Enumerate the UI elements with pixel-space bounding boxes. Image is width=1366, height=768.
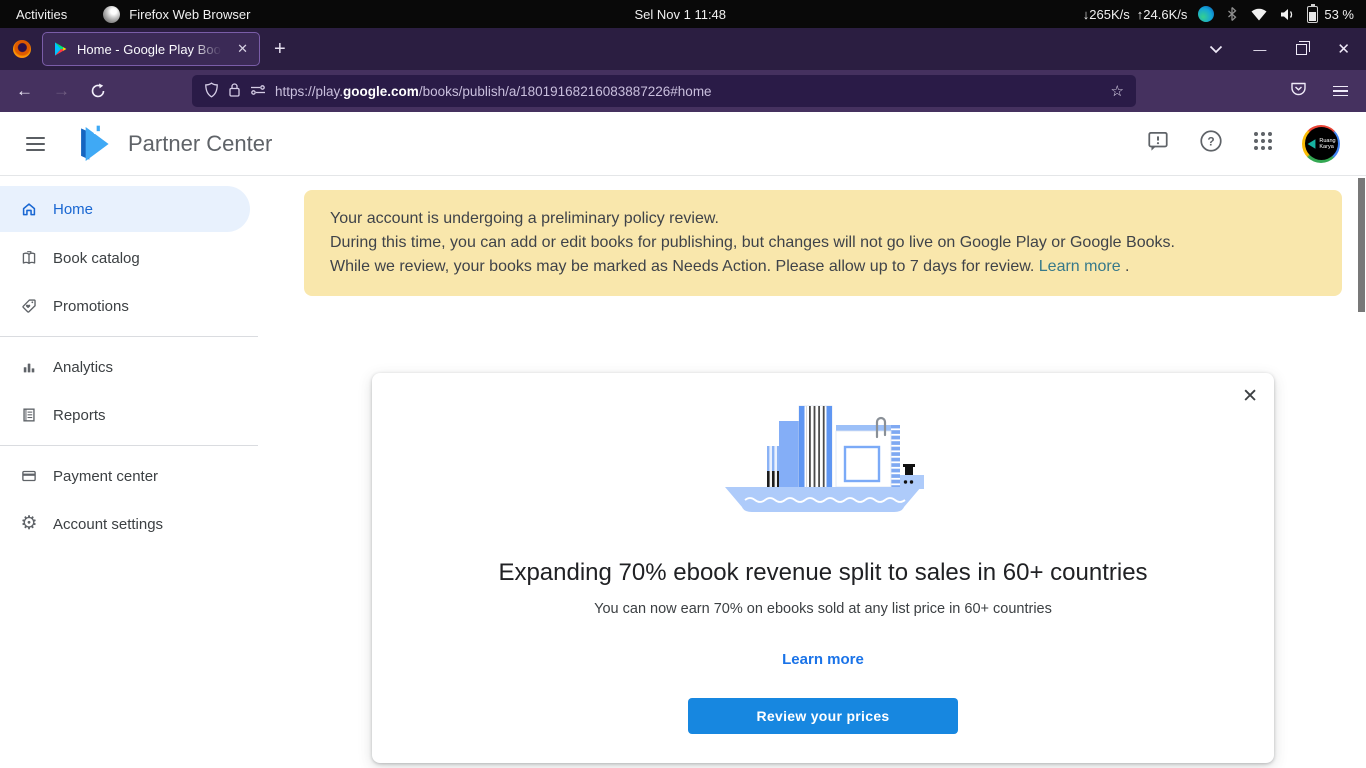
revenue-split-dialog: ✕ <box>372 373 1274 763</box>
list-tabs-chevron-icon[interactable] <box>1209 45 1223 54</box>
help-icon[interactable]: ? <box>1198 128 1224 159</box>
policy-review-banner: Your account is undergoing a preliminary… <box>304 190 1342 296</box>
url-path: /books/publish/a/18019168216083887226#ho… <box>419 84 712 99</box>
sidebar-divider <box>0 336 258 337</box>
content-area: Your account is undergoing a preliminary… <box>258 176 1366 768</box>
book-catalog-icon <box>20 249 38 267</box>
system-tray[interactable]: ↓265K/s ↑24.6K/s 53 % <box>1083 6 1354 23</box>
url-text[interactable]: https://play.google.com/books/publish/a/… <box>275 84 1102 99</box>
focused-app-label: Firefox Web Browser <box>129 7 250 22</box>
app-menu-icon[interactable] <box>26 133 45 155</box>
banner-line-1: Your account is undergoing a preliminary… <box>330 207 1316 231</box>
sidebar-divider <box>0 445 258 446</box>
sidebar-item-home[interactable]: Home <box>0 186 250 232</box>
clock[interactable]: Sel Nov 1 11:48 <box>634 7 726 22</box>
sidebar-label: Home <box>53 201 93 218</box>
home-icon <box>20 200 38 218</box>
feedback-icon[interactable] <box>1146 129 1170 158</box>
new-tab-button[interactable]: + <box>274 38 286 61</box>
page-scrollbar-thumb[interactable] <box>1358 178 1365 312</box>
sidebar-item-payment-center[interactable]: Payment center <box>0 452 258 500</box>
battery-icon <box>1307 6 1318 23</box>
dialog-learn-more-link[interactable]: Learn more <box>372 650 1274 670</box>
sidebar: Home Book catalog Promotions Analytics R… <box>0 176 258 768</box>
tab-close-icon[interactable]: ✕ <box>234 40 251 58</box>
pocket-icon[interactable] <box>1290 80 1307 102</box>
permissions-icon[interactable] <box>250 83 266 100</box>
activities-button[interactable]: Activities <box>16 7 67 22</box>
battery-percent: 53 % <box>1324 7 1354 22</box>
bookmark-star-icon[interactable]: ☆ <box>1111 82 1124 100</box>
window-close-button[interactable]: ✕ <box>1337 40 1350 58</box>
sidebar-item-account-settings[interactable]: ⚙ Account settings <box>0 500 258 548</box>
reports-icon <box>20 406 38 424</box>
sidebar-item-promotions[interactable]: Promotions <box>0 282 258 330</box>
partner-center-header: Partner Center ? <box>0 112 1366 176</box>
focused-app-menu[interactable]: Firefox Web Browser <box>103 6 250 23</box>
url-scheme: https://play. <box>275 84 343 99</box>
svg-text:?: ? <box>1207 134 1214 148</box>
sidebar-label: Book catalog <box>53 250 140 267</box>
reload-button[interactable] <box>90 83 106 99</box>
firefox-view-icon[interactable] <box>13 40 31 58</box>
window-restore-button[interactable] <box>1296 44 1307 55</box>
system-top-bar: Activities Firefox Web Browser Sel Nov 1… <box>0 0 1366 28</box>
gear-icon: ⚙ <box>20 515 38 533</box>
payment-card-icon <box>20 467 38 485</box>
banner-line-2: During this time, you can add or edit bo… <box>330 231 1316 255</box>
banner-learn-more-link[interactable]: Learn more <box>1039 258 1121 275</box>
browser-tab-active[interactable]: Home - Google Play Book ✕ <box>42 32 260 66</box>
back-button[interactable]: ← <box>16 81 33 101</box>
sidebar-item-book-catalog[interactable]: Book catalog <box>0 234 258 282</box>
wifi-icon <box>1250 7 1268 22</box>
dialog-subtitle: You can now earn 70% on ebooks sold at a… <box>372 598 1274 620</box>
sidebar-label: Payment center <box>53 468 158 485</box>
dialog-title: Expanding 70% ebook revenue split to sal… <box>372 556 1274 590</box>
browser-toolbar: ← → https://play.google.com/books/publis… <box>0 70 1366 112</box>
browser-tab-bar: Home - Google Play Book ✕ + — ✕ <box>0 28 1366 70</box>
sidebar-label: Reports <box>53 407 106 424</box>
dialog-close-icon[interactable]: ✕ <box>1242 385 1258 408</box>
page-title: Partner Center <box>128 131 272 157</box>
google-apps-grid-icon[interactable] <box>1252 130 1274 157</box>
banner-line-3: While we review, your books may be marke… <box>330 255 1316 279</box>
sidebar-item-analytics[interactable]: Analytics <box>0 343 258 391</box>
shield-icon[interactable] <box>204 82 219 101</box>
edge-browser-icon <box>1198 6 1214 22</box>
review-your-prices-button[interactable]: Review your prices <box>688 698 958 734</box>
avatar-text: Ruang Karya <box>1319 138 1335 150</box>
bluetooth-icon <box>1225 6 1239 22</box>
forward-button[interactable]: → <box>53 81 70 101</box>
network-speed: ↓265K/s ↑24.6K/s <box>1083 7 1188 22</box>
account-avatar[interactable]: Ruang Karya <box>1302 125 1340 163</box>
google-play-icon <box>53 41 69 57</box>
sidebar-label: Account settings <box>53 516 163 533</box>
screen: Activities Firefox Web Browser Sel Nov 1… <box>0 0 1366 768</box>
cargo-ship-books-illustration <box>717 403 929 521</box>
download-speed: ↓265K/s <box>1083 7 1130 22</box>
upload-speed: ↑24.6K/s <box>1137 7 1188 22</box>
window-minimize-button[interactable]: — <box>1253 42 1266 57</box>
avatar-logo-triangle <box>1306 137 1317 151</box>
promotions-tag-icon <box>20 297 38 315</box>
battery-indicator: 53 % <box>1307 6 1354 23</box>
sidebar-item-reports[interactable]: Reports <box>0 391 258 439</box>
url-bar[interactable]: https://play.google.com/books/publish/a/… <box>192 75 1136 107</box>
sidebar-label: Analytics <box>53 359 113 376</box>
firefox-mono-icon <box>103 6 120 23</box>
lock-icon[interactable] <box>228 82 241 101</box>
sidebar-label: Promotions <box>53 298 129 315</box>
volume-icon <box>1279 7 1296 22</box>
analytics-icon <box>20 358 38 376</box>
url-domain: google.com <box>343 84 419 99</box>
firefox-menu-icon[interactable] <box>1333 83 1348 100</box>
play-books-logo <box>71 122 115 166</box>
tab-title: Home - Google Play Book <box>77 42 226 57</box>
